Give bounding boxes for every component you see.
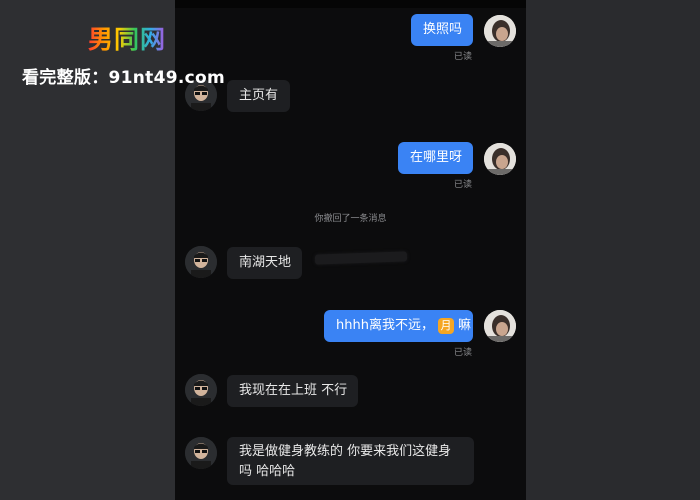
message-bubble-received[interactable]: 南湖天地 [227, 247, 302, 279]
my-avatar[interactable] [484, 143, 516, 175]
message-text: hhhh离我不远， [336, 318, 434, 333]
my-avatar[interactable] [484, 15, 516, 47]
message-bubble-received[interactable]: 我现在在上班 不行 [227, 375, 358, 407]
read-receipt: 已读 [454, 348, 473, 358]
message-bubble-sent[interactable]: hhhh离我不远，月嘛 [324, 310, 473, 342]
moon-emoji-icon: 月 [437, 317, 454, 334]
right-margin [526, 0, 700, 500]
recall-notice: 你撤回了一条消息 [314, 214, 387, 224]
contact-avatar[interactable] [185, 437, 217, 469]
message-bubble-sent[interactable]: 在哪里呀 [398, 142, 473, 174]
read-receipt: 已读 [454, 180, 473, 190]
my-avatar[interactable] [484, 310, 516, 342]
message-text: 嘛 [457, 318, 471, 333]
message-bubble-sent[interactable]: 换照吗 [411, 14, 473, 46]
watermark-logo: 男同网 [88, 20, 166, 56]
status-bar [175, 0, 526, 8]
watermark-url: 看完整版：91nt49.com [22, 68, 225, 88]
message-bubble-received[interactable]: 主页有 [227, 80, 290, 112]
message-bubble-received[interactable]: 我是做健身教练的 你要来我们这健身吗 哈哈哈 [227, 437, 474, 485]
read-receipt: 已读 [454, 52, 473, 62]
redaction-mark [314, 251, 408, 265]
chat-view[interactable]: 换照吗 已读 主页有 在哪里呀 已读 你撤回了一条消息 南湖天地 hhhh离我不… [175, 0, 526, 500]
contact-avatar[interactable] [185, 246, 217, 278]
contact-avatar[interactable] [185, 374, 217, 406]
